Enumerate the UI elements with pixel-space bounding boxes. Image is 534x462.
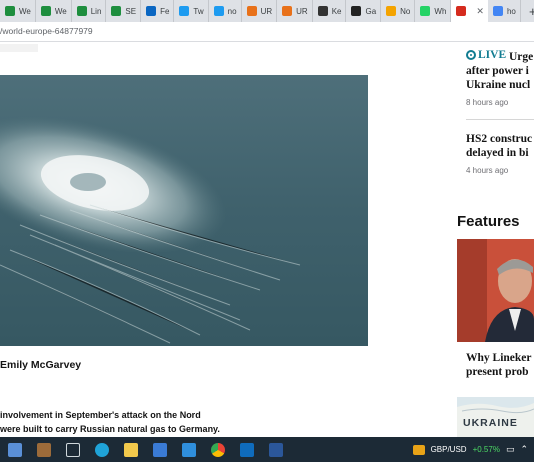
- browser-tab[interactable]: Tw: [174, 0, 209, 22]
- page: Emily McGarvey involvement in September'…: [0, 42, 534, 437]
- edge-icon[interactable]: [95, 442, 109, 457]
- browser-tab[interactable]: Fe: [141, 0, 175, 22]
- tab-label: UR: [260, 6, 273, 16]
- sidebar: LIVE Urge after power i Ukraine nucl 8 h…: [457, 42, 534, 437]
- address-bar[interactable]: /world-europe-64877979: [0, 22, 534, 42]
- browser-tab[interactable]: ho: [488, 0, 521, 22]
- network-icon[interactable]: ▭: [506, 444, 515, 455]
- browser-tab[interactable]: Ke: [313, 0, 347, 22]
- coin-icon: [412, 444, 425, 455]
- browser-tab[interactable]: Wh: [415, 0, 452, 22]
- currency-ticker[interactable]: GBP/USD +0.57%: [412, 444, 500, 455]
- briefcase-icon[interactable]: [37, 442, 51, 457]
- tab-strip: We We Lin SE Fe Tw no UR UR Ke Ga No Wh ✕ ho +: [0, 0, 534, 22]
- tab-label: ho: [506, 6, 516, 16]
- live-label: LIVE: [478, 49, 507, 61]
- task-view-icon[interactable]: [66, 442, 80, 457]
- twitter-icon: [179, 6, 190, 16]
- file-explorer-icon[interactable]: [124, 442, 138, 457]
- browser-tab[interactable]: UR: [242, 0, 278, 22]
- browser-tab[interactable]: We: [0, 0, 36, 22]
- story-timestamp: 4 hours ago: [466, 166, 509, 175]
- top-strip: [0, 44, 38, 52]
- tab-label: We: [19, 6, 31, 16]
- tab-label: No: [400, 6, 411, 16]
- mail-icon: [317, 6, 328, 16]
- ticker-symbol: GBP/USD: [430, 445, 467, 454]
- ticker-change: +0.57%: [472, 445, 500, 454]
- headline-line[interactable]: HS2 construc: [466, 132, 534, 146]
- screen: We We Lin SE Fe Tw no UR UR Ke Ga No Wh ✕ ho + /world-e…: [0, 0, 534, 462]
- browser-tab[interactable]: UR: [277, 0, 313, 22]
- laptop-icon[interactable]: [8, 442, 22, 457]
- tab-label: Ke: [331, 6, 342, 16]
- browser-tab[interactable]: We: [36, 0, 72, 22]
- live-icon: [466, 50, 476, 60]
- browser-tab[interactable]: no: [209, 0, 242, 22]
- plus-doc-icon: [76, 6, 87, 16]
- tab-label: Lin: [90, 6, 102, 16]
- mail-app-icon[interactable]: [182, 442, 196, 457]
- article-body-line: were built to carry Russian natural gas …: [0, 424, 220, 434]
- browser-tab[interactable]: Ga: [346, 0, 382, 22]
- story-headline[interactable]: LIVE Urge: [466, 48, 534, 64]
- tab-label: Fe: [160, 6, 170, 16]
- chrome-icon[interactable]: [211, 442, 225, 457]
- circle-p-icon: [246, 6, 257, 16]
- tab-label: no: [227, 6, 237, 16]
- tab-label: Tw: [193, 6, 204, 16]
- headline-line: after power i: [466, 65, 529, 77]
- browser-tab[interactable]: No: [381, 0, 416, 22]
- sea-gas-leak-image: [0, 75, 368, 346]
- sidebar-story-hs2[interactable]: HS2 construc delayed in bi 4 hours ago: [466, 132, 534, 175]
- features-heading: Features: [457, 213, 520, 230]
- feature-image-lineker[interactable]: [457, 239, 534, 342]
- taskbar: GBP/USD +0.57% ▭ ⌃: [0, 437, 534, 462]
- outlook-icon[interactable]: [240, 442, 254, 457]
- map-label: UKRAINE: [463, 417, 518, 429]
- person-photo: [457, 239, 534, 342]
- headline-line: Ukraine nucl: [466, 79, 531, 91]
- browser-tab[interactable]: SE: [106, 0, 142, 22]
- divider: [466, 119, 534, 120]
- article-body: involvement in September's attack on the…: [0, 408, 300, 436]
- headline-line[interactable]: Why Lineker: [466, 351, 532, 365]
- google-icon: [492, 6, 503, 16]
- tab-label: UR: [296, 6, 308, 16]
- store-icon[interactable]: [153, 442, 167, 457]
- s-logo-icon: [351, 6, 362, 16]
- headline-line: Urge: [509, 51, 534, 63]
- twitter-icon: [213, 6, 224, 16]
- live-badge: LIVE: [466, 48, 506, 62]
- close-icon[interactable]: ✕: [476, 6, 484, 17]
- tab-label: Wh: [434, 6, 447, 16]
- tab-label: Ga: [365, 6, 377, 16]
- trend-icon: [386, 6, 397, 16]
- headline-line[interactable]: present prob: [466, 365, 532, 379]
- tab-label: SE: [125, 6, 137, 16]
- tab-label: We: [54, 6, 67, 16]
- browser-tab[interactable]: ✕: [451, 0, 488, 22]
- url-text[interactable]: /world-europe-64877979: [0, 26, 93, 36]
- plus-doc-icon: [111, 6, 122, 16]
- sidebar-story-live[interactable]: LIVE Urge after power i Ukraine nucl 8 h…: [466, 48, 534, 107]
- whatsapp-icon: [420, 6, 431, 16]
- plus-doc-icon: [5, 6, 15, 16]
- feature-image-ukraine[interactable]: UKRAINE: [457, 397, 534, 437]
- word-icon[interactable]: [269, 442, 283, 457]
- browser-tab[interactable]: Lin: [72, 0, 107, 22]
- article-photo: [0, 75, 368, 346]
- chevron-up-icon[interactable]: ⌃: [520, 444, 528, 455]
- feature-headline[interactable]: Why Lineker present prob: [466, 351, 532, 379]
- headline-line[interactable]: delayed in bi: [466, 146, 534, 160]
- story-timestamp: 8 hours ago: [466, 98, 509, 107]
- article-body-line: involvement in September's attack on the…: [0, 410, 201, 420]
- swiss-flag-icon: [456, 6, 467, 16]
- plus-doc-icon: [40, 6, 51, 16]
- linkedin-icon: [146, 6, 157, 16]
- new-tab-button[interactable]: +: [521, 4, 534, 19]
- circle-p-icon: [282, 6, 293, 16]
- article-byline: Emily McGarvey: [0, 359, 82, 371]
